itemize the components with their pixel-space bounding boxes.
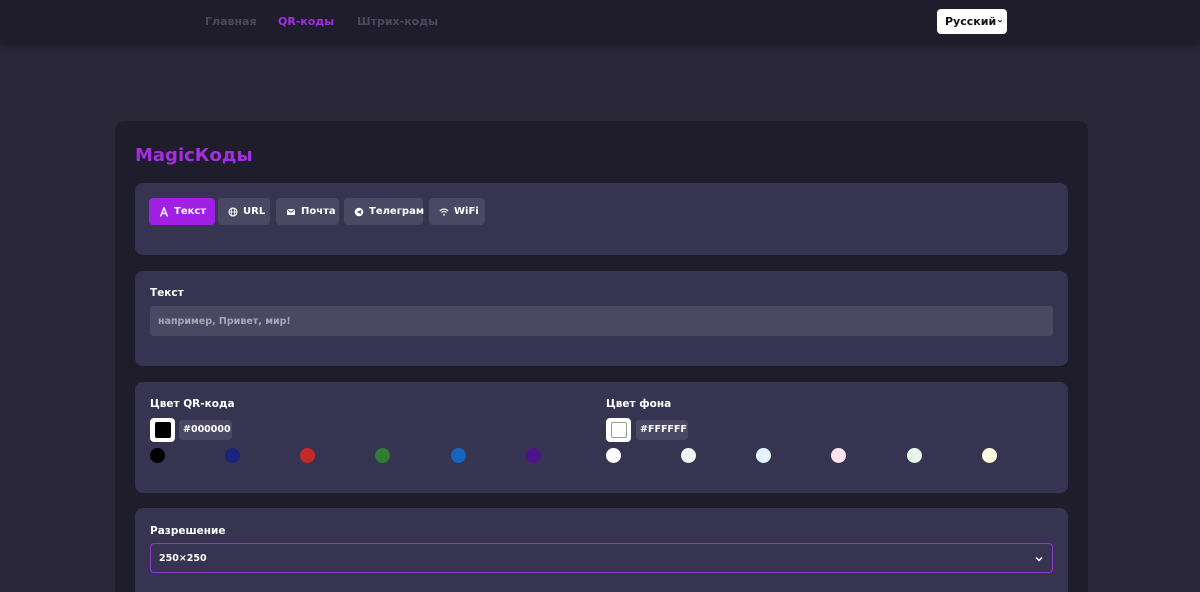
telegram-icon (354, 207, 364, 216)
resolution-select-value: 250×250 (159, 553, 207, 564)
qr-color-preset-navy[interactable] (225, 448, 240, 463)
qr-color-preset-green[interactable] (375, 448, 390, 463)
type-tabs-panel: Текст URL Почта Телеграм WiFi (135, 183, 1068, 255)
tab-text[interactable]: Текст (149, 198, 215, 225)
bg-color-preset-light-pink[interactable] (831, 448, 846, 463)
brand-title: MagicКоды (135, 145, 253, 166)
mail-icon (287, 208, 295, 215)
tab-wifi[interactable]: WiFi (429, 198, 485, 225)
tab-wifi-label: WiFi (454, 206, 479, 217)
bg-color-label: Цвет фона (606, 398, 672, 410)
tab-email[interactable]: Почта (276, 198, 339, 225)
nav-link-home[interactable]: Главная (205, 15, 257, 28)
resolution-panel: Разрешение 250×250 (135, 508, 1068, 592)
resolution-select[interactable]: 250×250 (150, 543, 1053, 573)
bg-color-preset-light-gray[interactable] (681, 448, 696, 463)
nav-link-qr-codes[interactable]: QR-коды (278, 15, 334, 28)
bg-color-preset-light-blue[interactable] (756, 448, 771, 463)
wifi-icon (439, 208, 449, 216)
bg-color-swatch (611, 422, 627, 438)
language-select-value: Русский (945, 15, 997, 28)
text-field-label: Текст (150, 287, 184, 299)
generator-card: MagicКоды Текст URL Почта Телеграм WiFi … (115, 121, 1088, 592)
bg-color-hex[interactable]: #FFFFFF (636, 420, 688, 440)
qr-color-preset-black[interactable] (150, 448, 165, 463)
tab-email-label: Почта (301, 206, 336, 217)
bg-color-preset-light-green[interactable] (907, 448, 922, 463)
tab-telegram[interactable]: Телеграм (344, 198, 425, 225)
globe-icon (228, 206, 238, 217)
tab-text-label: Текст (174, 206, 207, 217)
qr-color-preset-red[interactable] (300, 448, 315, 463)
tab-telegram-label: Телеграм (369, 206, 425, 217)
tab-url-label: URL (243, 206, 266, 217)
tab-url[interactable]: URL (218, 198, 270, 225)
top-navbar: Главная QR-коды Штрих-коды Русский (0, 0, 1200, 44)
bg-color-picker[interactable] (606, 418, 631, 442)
qr-color-preset-purple[interactable] (526, 448, 541, 463)
bg-color-preset-cream[interactable] (982, 448, 997, 463)
qr-color-picker[interactable] (150, 418, 175, 442)
text-input-panel: Текст (135, 271, 1068, 366)
qr-color-swatch (155, 422, 171, 438)
chevron-down-icon (1035, 556, 1043, 562)
nav-link-barcodes[interactable]: Штрих-коды (357, 15, 438, 28)
qr-color-label: Цвет QR-кода (150, 398, 235, 410)
chevron-down-icon (997, 19, 1003, 23)
resolution-label: Разрешение (150, 525, 226, 537)
qr-color-hex[interactable]: #000000 (179, 420, 232, 440)
language-select[interactable]: Русский (937, 9, 1007, 34)
qr-color-preset-blue[interactable] (451, 448, 466, 463)
colors-panel: Цвет QR-кода #000000 Цвет фона #FFFFFF (135, 382, 1068, 493)
text-icon (159, 206, 169, 217)
text-input[interactable] (150, 306, 1053, 336)
bg-color-preset-white[interactable] (606, 448, 621, 463)
